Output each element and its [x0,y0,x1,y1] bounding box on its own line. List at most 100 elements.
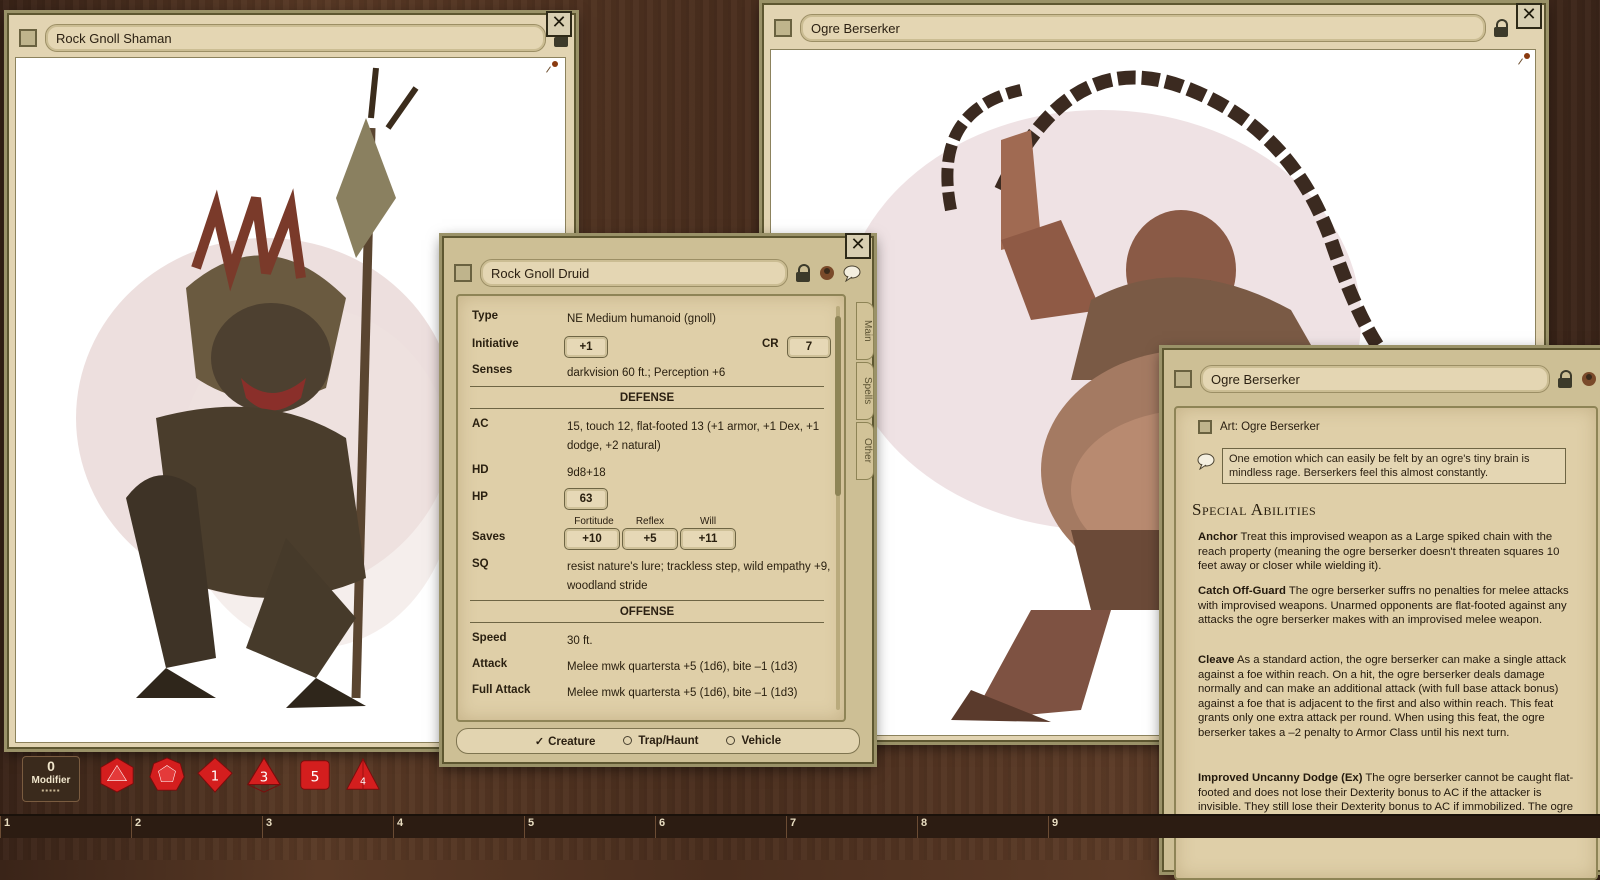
hotkey-slot-5[interactable]: 5 [524,816,653,838]
full-attack-value: Melee mwk quartersta +5 (1d6), bite –1 (… [567,687,798,699]
shaman-close-button[interactable]: ✕ [546,11,572,37]
hotkey-slot-7[interactable]: 7 [786,816,915,838]
hotkey-slot-3[interactable]: 3 [262,816,391,838]
attack-label: Attack [472,658,508,670]
full-attack-label: Full Attack [472,684,531,696]
window-select-checkbox[interactable] [1174,370,1192,388]
radio-vehicle[interactable]: Vehicle [726,735,781,747]
window-select-checkbox[interactable] [774,19,792,37]
fortitude-label: Fortitude [574,516,614,527]
window-title: Rock Gnoll Shaman [56,30,172,46]
divider [470,600,824,601]
speech-bubble-icon[interactable] [842,264,862,282]
fortitude-field[interactable]: +10 [564,528,620,550]
modifier-label: Modifier [31,775,71,786]
svg-text:1: 1 [211,770,219,785]
lock-icon[interactable] [1494,19,1508,37]
scrollbar-thumb[interactable] [835,316,841,496]
ogre-description-sheet: Art: Ogre Berserker One emotion which ca… [1174,406,1598,880]
modifier-box[interactable]: 0 Modifier ▪▪▪▪▪ [22,756,80,802]
speed-label: Speed [472,632,507,644]
tab-spells[interactable]: Spells [856,362,874,420]
modifier-dots: ▪▪▪▪▪ [41,786,61,795]
d8-icon[interactable]: 3 [245,756,283,794]
sq-label: SQ [472,558,489,570]
ogre-text-titlebar[interactable]: Ogre Berserker [1170,362,1598,396]
sq-value: resist nature's lure; trackless step, wi… [567,561,831,592]
shaman-titlebar[interactable]: Rock Gnoll Shaman [15,21,568,55]
hotkey-slot-9[interactable]: 9 [1048,816,1177,838]
speech-bubble-icon [1197,453,1215,470]
hotkey-slot-4[interactable]: 4 [393,816,522,838]
shaman-title-field[interactable]: Rock Gnoll Shaman [45,24,546,52]
modifier-value: 0 [47,758,55,774]
offense-header: OFFENSE [619,606,675,618]
d20-icon[interactable] [98,756,136,794]
hotkey-number: 7 [790,817,797,829]
ability-name: Cleave [1198,654,1235,666]
hotkey-slot-8[interactable]: 8 [917,816,1046,838]
window-title: Rock Gnoll Druid [491,265,590,281]
ability-catch-off-guard: Catch Off-Guard The ogre berserker suffr… [1198,584,1578,628]
token-icon[interactable] [1580,370,1598,388]
druid-titlebar[interactable]: Rock Gnoll Druid [450,256,862,290]
d6-icon[interactable]: 5 [296,756,334,794]
art-link-checkbox[interactable] [1198,420,1212,434]
type-label: Type [472,310,498,322]
ogre-image-title-field[interactable]: Ogre Berserker [800,14,1486,42]
ability-name: Improved Uncanny Dodge (Ex) [1198,772,1363,784]
hotkey-slot-6[interactable]: 6 [655,816,784,838]
hd-label: HD [472,464,489,476]
special-abilities-header: Special Abilities [1192,500,1317,519]
art-link-label: Art: Ogre Berserker [1220,421,1320,433]
d12-icon[interactable] [148,756,186,794]
hotkey-number: 5 [528,817,535,829]
attack-value: Melee mwk quartersta +5 (1d6), bite –1 (… [567,661,798,673]
tab-main[interactable]: Main [856,302,874,360]
radio-creature[interactable]: ✓ Creature [535,735,596,748]
radio-circle-icon [726,736,736,746]
window-title: Ogre Berserker [811,20,900,36]
hotkey-slot-1[interactable]: 1 [0,816,129,838]
ability-text: Treat this improvised weapon as a Large … [1198,531,1560,573]
hotkey-slot-2[interactable]: 2 [131,816,260,838]
ac-label: AC [472,418,489,430]
ability-cleave: Cleave As a standard action, the ogre be… [1198,653,1578,741]
will-field[interactable]: +11 [680,528,736,550]
defense-header: DEFENSE [619,392,675,404]
d10-icon[interactable]: 1 [196,756,234,794]
reflex-label: Reflex [635,516,665,527]
art-link-row[interactable]: Art: Ogre Berserker [1198,420,1320,434]
ogre-image-titlebar[interactable]: Ogre Berserker [770,11,1508,45]
ogre-image-close-button[interactable]: ✕ [1516,3,1542,29]
ogre-text-window: Ogre Berserker Art: Ogre Berserker One e… [1162,348,1600,880]
svg-text:3: 3 [260,771,268,786]
hp-field[interactable]: 63 [564,488,608,510]
radio-trap-haunt[interactable]: Trap/Haunt [623,735,698,747]
window-select-checkbox[interactable] [19,29,37,47]
lock-icon[interactable] [796,264,810,282]
type-value: NE Medium humanoid (gnoll) [567,313,716,325]
svg-text:5: 5 [310,770,319,786]
druid-title-field[interactable]: Rock Gnoll Druid [480,259,788,287]
token-icon[interactable] [818,264,836,282]
radio-circle-icon [623,736,633,746]
druid-close-button[interactable]: ✕ [845,233,871,259]
pin-icon [552,61,558,67]
initiative-field[interactable]: +1 [564,336,608,358]
pin-icon [1524,53,1530,59]
window-select-checkbox[interactable] [454,264,472,282]
ogre-text-title-field[interactable]: Ogre Berserker [1200,365,1550,393]
cr-field[interactable]: 7 [787,336,831,358]
hotkey-number: 6 [659,817,666,829]
ability-text: As a standard action, the ogre berserker… [1198,654,1566,739]
lock-icon[interactable] [1558,370,1572,388]
radio-creature-check-icon: ✓ [534,735,545,748]
scrollbar[interactable] [835,306,841,710]
d4-icon[interactable]: 4 [344,756,382,794]
tab-other[interactable]: Other [856,422,874,480]
hp-label: HP [472,491,488,503]
flavor-quote: One emotion which can easily be felt by … [1222,448,1566,484]
radio-trap-haunt-label: Trap/Haunt [638,735,699,747]
reflex-field[interactable]: +5 [622,528,678,550]
